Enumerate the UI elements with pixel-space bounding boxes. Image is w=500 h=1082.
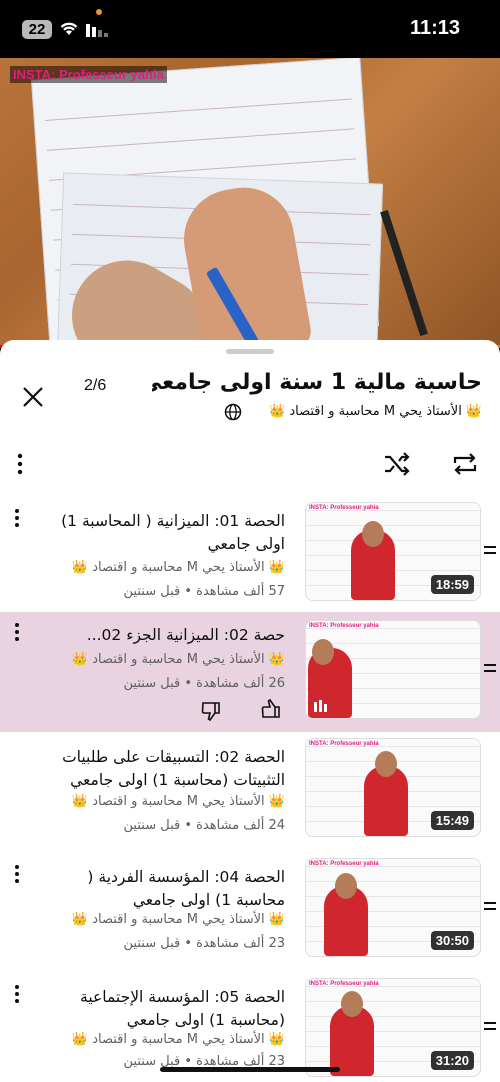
playlist-channel-name: الأستاذ يحي M محاسبة و اقتصاد xyxy=(289,404,462,419)
crown-emoji: 👑 xyxy=(268,912,285,927)
video-channel: 👑 الأستاذ يحي M محاسبة و اقتصاد 👑 xyxy=(25,1032,285,1047)
playlist-item[interactable]: الحصة 02: التسبيقات على طلبيات التثبيتات… xyxy=(0,738,500,858)
playlist-panel: 2/6 حاسبة مالية 1 سنة اولى جامعي... 👑 ال… xyxy=(0,340,500,1082)
cellular-signal-icon xyxy=(86,24,108,37)
playlist-item-active[interactable]: حصة 02: الميزانية الجزء 02... 👑 الأستاذ … xyxy=(0,612,500,732)
video-duration: 30:50 xyxy=(430,931,474,950)
video-title: الحصة 02: التسبيقات على طلبيات التثبيتات… xyxy=(62,748,285,789)
crown-emoji: 👑 xyxy=(268,1032,285,1047)
privacy-indicator-dot xyxy=(96,9,102,15)
video-frame-pen xyxy=(380,209,428,337)
crown-emoji: 👑 xyxy=(71,652,89,667)
thumbnail-teacher-head xyxy=(362,521,384,547)
crown-emoji: 👑 xyxy=(465,404,482,419)
thumbnail-teacher-head xyxy=(341,991,363,1017)
drag-handle-icon[interactable] xyxy=(484,664,496,674)
dislike-icon[interactable] xyxy=(200,700,222,722)
video-duration: 18:59 xyxy=(430,575,474,594)
battery-indicator: 22 xyxy=(22,20,52,39)
sheet-drag-handle[interactable] xyxy=(226,349,274,354)
drag-handle-icon[interactable] xyxy=(484,902,496,912)
video-channel: 👑 الأستاذ يحي M محاسبة و اقتصاد 👑 xyxy=(25,652,285,667)
thumbnail-watermark: INSTA: Professeur yahia xyxy=(309,861,379,867)
crown-emoji: 👑 xyxy=(71,1032,89,1047)
video-duration: 15:49 xyxy=(430,811,474,830)
video-title: الحصة 05: المؤسسة الإجتماعية (محاسبة 1) … xyxy=(80,988,285,1029)
video-watermark: INSTA: Professeur yahia xyxy=(10,66,167,83)
shuffle-icon[interactable] xyxy=(382,450,412,478)
playlist-title: حاسبة مالية 1 سنة اولى جامعي... xyxy=(152,370,482,395)
video-duration: 31:20 xyxy=(430,1051,474,1070)
video-channel-name: الأستاذ يحي M محاسبة و اقتصاد xyxy=(92,652,265,667)
globe-icon xyxy=(224,403,242,421)
more-vert-icon[interactable] xyxy=(13,864,21,884)
video-channel: 👑 الأستاذ يحي M محاسبة و اقتصاد 👑 xyxy=(25,560,285,575)
video-player[interactable]: INSTA: Professeur yahia xyxy=(0,58,500,348)
video-channel: 👑 الأستاذ يحي M محاسبة و اقتصاد 👑 xyxy=(25,794,285,809)
thumbnail-teacher-head xyxy=(335,873,357,899)
playlist-position: 2/6 xyxy=(84,377,107,394)
thumbnail-watermark: INSTA: Professeur yahia xyxy=(309,623,379,629)
thumbnail-teacher-head xyxy=(312,639,334,665)
thumbnail-watermark: INSTA: Professeur yahia xyxy=(309,741,379,747)
thumbnail-teacher-head xyxy=(375,751,397,777)
playlist-channel[interactable]: 👑 الأستاذ يحي M محاسبة و اقتصاد 👑 xyxy=(269,404,482,419)
video-channel-name: الأستاذ يحي M محاسبة و اقتصاد xyxy=(92,794,265,809)
more-vert-icon[interactable] xyxy=(13,984,21,1004)
video-meta: 24 ألف مشاهدة • قبل سنتين xyxy=(123,818,285,833)
more-vert-icon[interactable] xyxy=(13,622,21,642)
video-meta: 23 ألف مشاهدة • قبل سنتين xyxy=(123,936,285,951)
more-vert-icon[interactable] xyxy=(13,508,21,528)
video-thumbnail[interactable]: INSTA: Professeur yahia 30:50 xyxy=(305,858,481,957)
video-channel-name: الأستاذ يحي M محاسبة و اقتصاد xyxy=(92,560,265,575)
drag-handle-icon[interactable] xyxy=(484,1022,496,1032)
crown-emoji: 👑 xyxy=(71,912,89,927)
thumbnail-watermark: INSTA: Professeur yahia xyxy=(309,981,379,987)
video-channel-name: الأستاذ يحي M محاسبة و اقتصاد xyxy=(92,1032,265,1047)
crown-emoji: 👑 xyxy=(71,560,89,575)
now-playing-icon xyxy=(314,700,327,712)
drag-handle-icon[interactable] xyxy=(484,546,496,556)
video-thumbnail[interactable]: INSTA: Professeur yahia xyxy=(305,620,481,719)
video-title: الحصة 04: المؤسسة الفردية ( محاسبة 1) او… xyxy=(87,868,285,909)
thumbnail-watermark: INSTA: Professeur yahia xyxy=(309,505,379,511)
video-thumbnail[interactable]: INSTA: Professeur yahia 15:49 xyxy=(305,738,481,837)
close-icon[interactable] xyxy=(20,384,46,410)
crown-emoji: 👑 xyxy=(268,560,285,575)
video-title: الحصة 01: الميزانية ( المحاسبة 1) اولى ج… xyxy=(61,512,285,553)
home-indicator[interactable] xyxy=(160,1067,340,1072)
crown-emoji: 👑 xyxy=(268,794,285,809)
video-thumbnail[interactable]: INSTA: Professeur yahia 18:59 xyxy=(305,502,481,601)
video-meta: 26 ألف مشاهدة • قبل سنتين xyxy=(123,676,285,691)
crown-emoji: 👑 xyxy=(269,404,286,419)
like-icon[interactable] xyxy=(260,698,282,720)
status-bar: 22 11:13 xyxy=(0,0,500,58)
more-vert-icon[interactable] xyxy=(16,453,24,475)
playlist-item[interactable]: الحصة 04: المؤسسة الفردية ( محاسبة 1) او… xyxy=(0,858,500,978)
playlist-item[interactable]: الحصة 01: الميزانية ( المحاسبة 1) اولى ج… xyxy=(0,502,500,622)
loop-icon[interactable] xyxy=(450,450,480,478)
clock: 11:13 xyxy=(409,17,460,39)
crown-emoji: 👑 xyxy=(268,652,285,667)
video-meta: 57 ألف مشاهدة • قبل سنتين xyxy=(123,584,285,599)
video-channel: 👑 الأستاذ يحي M محاسبة و اقتصاد 👑 xyxy=(25,912,285,927)
video-title: حصة 02: الميزانية الجزء 02... xyxy=(86,626,285,644)
video-channel-name: الأستاذ يحي M محاسبة و اقتصاد xyxy=(92,912,265,927)
wifi-icon xyxy=(60,22,78,35)
crown-emoji: 👑 xyxy=(71,794,89,809)
video-thumbnail[interactable]: INSTA: Professeur yahia 31:20 xyxy=(305,978,481,1077)
